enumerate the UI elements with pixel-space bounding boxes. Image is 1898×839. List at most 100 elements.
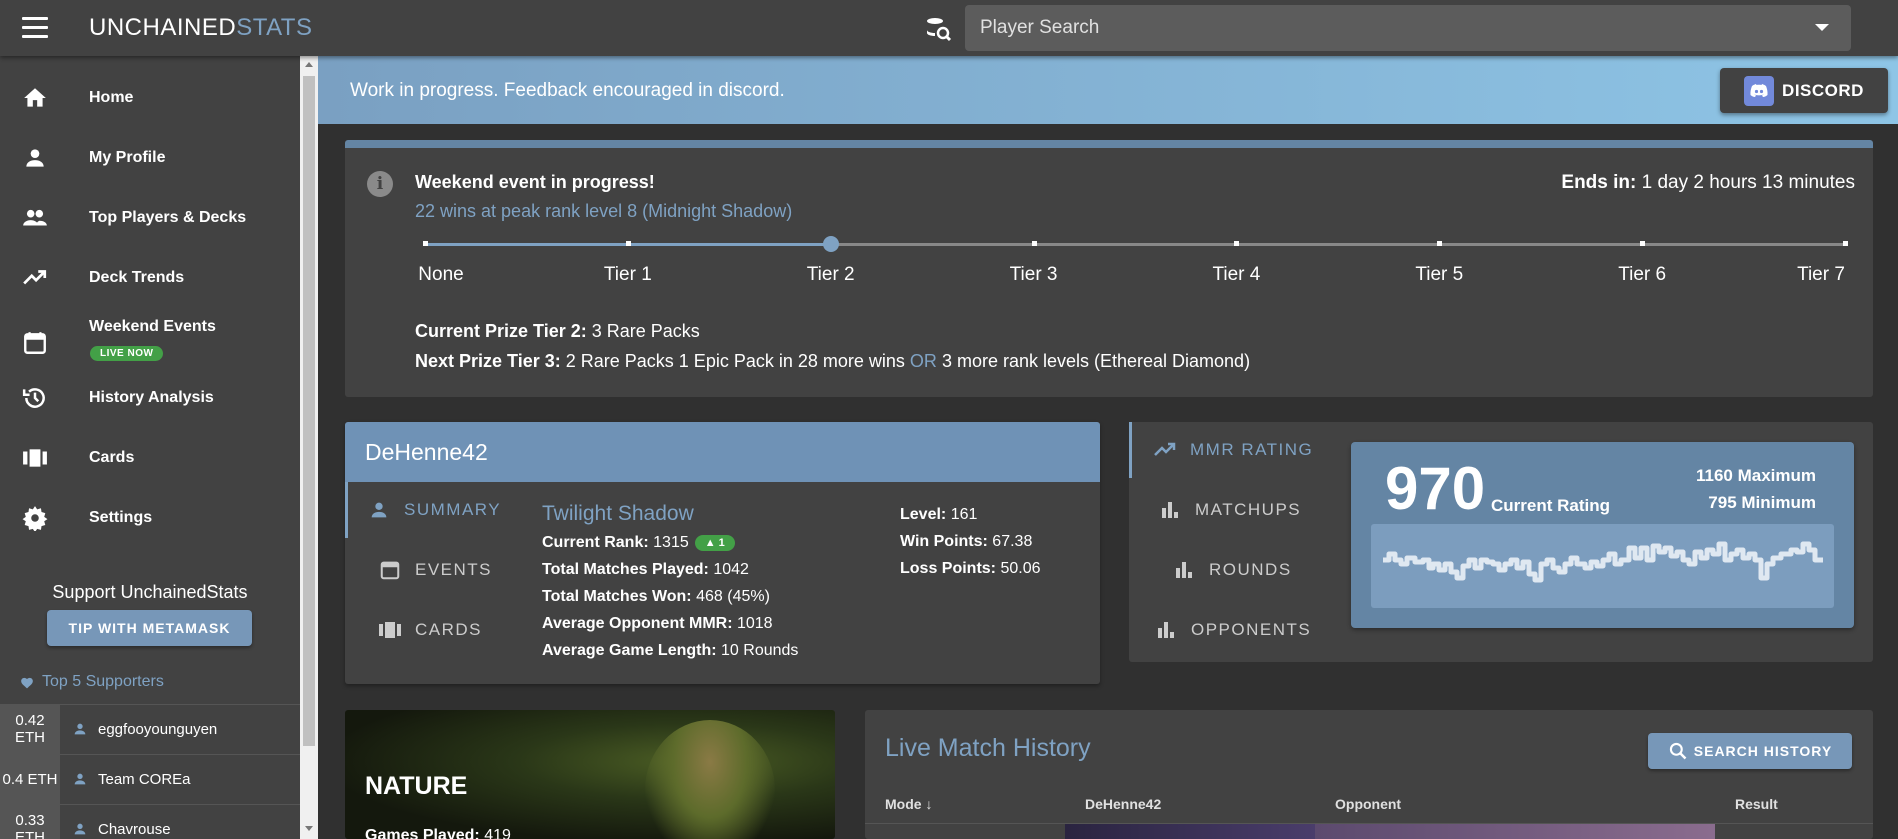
banner-text: Work in progress. Feedback encouraged in… <box>350 80 785 101</box>
info-icon: i <box>367 171 393 197</box>
games-value: 419 <box>484 827 511 839</box>
cards-icon <box>20 443 50 473</box>
column-header-mode[interactable]: Mode ↓ <box>885 796 932 812</box>
chevron-down-icon[interactable] <box>1815 24 1829 31</box>
discord-button[interactable]: DISCORD <box>1720 68 1888 113</box>
scroll-down-arrow-icon[interactable] <box>305 826 313 831</box>
sidebar-item-label: My Profile <box>89 149 166 166</box>
supporter-row: 0.33 ETH Chavrouse <box>0 804 300 839</box>
player-summary-card: DeHenne42 SUMMARY EVENTS CARDS Twilight … <box>345 422 1100 684</box>
bar-chart-icon <box>1171 557 1197 583</box>
current-prize: Current Prize Tier 2: 3 Rare Packs <box>415 321 700 342</box>
tier-tick <box>1640 241 1646 246</box>
support-title: Support UnchainedStats <box>52 582 248 602</box>
history-title: Live Match History <box>885 734 1091 762</box>
tab-matchups[interactable]: MATCHUPS <box>1129 482 1349 538</box>
tab-label: SUMMARY <box>404 500 502 519</box>
supporter-row: 0.4 ETH Team COREa <box>0 754 300 804</box>
trending-up-icon <box>1152 437 1178 463</box>
rating-sparkline-svg <box>1383 541 1823 583</box>
tab-opponents[interactable]: OPPONENTS <box>1129 602 1349 658</box>
stat-value: 1315 <box>653 534 689 551</box>
column-header-opponent: Opponent <box>1335 796 1402 812</box>
tab-mmr-rating[interactable]: MMR RATING <box>1129 422 1349 478</box>
tier-tick <box>1437 241 1443 246</box>
ends-value: 1 day 2 hours 13 minutes <box>1641 172 1855 193</box>
rating-sparkline <box>1371 524 1834 608</box>
supporter-amount: 0.4 ETH <box>0 754 60 804</box>
stat-current-rank: Current Rank: 1315 ▲ 1 <box>542 534 735 552</box>
rating-minimum: 795 Minimum <box>1708 493 1816 512</box>
sidebar-item-home[interactable]: Home <box>0 68 300 128</box>
person-icon <box>74 773 86 785</box>
arrow-down-icon: ↓ <box>925 796 933 812</box>
stat-total-matches: Total Matches Played: 1042 <box>542 561 749 579</box>
next-prize: Next Prize Tier 3: 2 Rare Packs 1 Epic P… <box>415 351 1250 372</box>
scroll-up-arrow-icon[interactable] <box>305 62 313 67</box>
sidebar-scrollbar[interactable] <box>300 56 318 839</box>
scrollbar-thumb[interactable] <box>303 76 315 746</box>
person-icon <box>366 497 392 523</box>
live-now-badge: LIVE NOW <box>90 346 164 361</box>
heart-icon <box>21 677 33 688</box>
tab-summary[interactable]: SUMMARY <box>345 482 525 538</box>
tab-cards[interactable]: CARDS <box>345 602 525 658</box>
rank-name[interactable]: Twilight Shadow <box>542 502 694 526</box>
trending-up-icon <box>20 263 50 293</box>
stat-value: 1018 <box>736 615 773 632</box>
sidebar-item-deck-trends[interactable]: Deck Trends <box>0 248 300 308</box>
current-rating-label: Current Rating <box>1491 496 1610 515</box>
stat-total-won: Total Matches Won: 468 (45%) <box>542 588 770 606</box>
home-icon <box>20 83 50 113</box>
stat-label: Loss Points: <box>900 560 997 577</box>
tier-tick <box>1843 241 1848 246</box>
gear-icon <box>20 503 50 533</box>
tier-label: Tier 5 <box>1415 264 1464 285</box>
sidebar-item-history-analysis[interactable]: History Analysis <box>0 368 300 428</box>
supporter-amount: 0.42 ETH <box>0 704 60 754</box>
column-header-player: DeHenne42 <box>1085 796 1162 812</box>
top-supporters-label: Top 5 Supporters <box>42 673 164 690</box>
ends-label: Ends in: <box>1561 172 1637 193</box>
rating-panel: 970 Current Rating 1160 Maximum 795 Mini… <box>1351 442 1854 628</box>
database-search-icon[interactable] <box>924 15 952 43</box>
brand-logo[interactable]: UNCHAINEDSTATS <box>89 14 312 42</box>
sidebar-item-label: Settings <box>89 509 153 526</box>
sidebar-item-my-profile[interactable]: My Profile <box>0 128 300 188</box>
event-subtitle: 22 wins at peak rank level 8 (Midnight S… <box>415 201 793 221</box>
tab-rounds[interactable]: ROUNDS <box>1129 542 1349 598</box>
tier-label: Tier 7 <box>1797 264 1845 285</box>
person-icon <box>20 143 50 173</box>
games-label: Games Played: <box>365 827 480 839</box>
deck-games-played: Games Played: 419 <box>365 827 511 839</box>
supporter-name: Team COREa <box>98 770 191 788</box>
sidebar-item-settings[interactable]: Settings <box>0 488 300 548</box>
deck-card-nature[interactable]: NATURE Games Played: 419 <box>345 710 835 839</box>
stat-value: 1042 <box>713 561 749 578</box>
tab-label: EVENTS <box>415 560 493 579</box>
sidebar-item-top-players[interactable]: Top Players & Decks <box>0 188 300 248</box>
tip-metamask-button[interactable]: TIP WITH METAMASK <box>47 610 252 646</box>
tab-label: MMR RATING <box>1190 440 1314 459</box>
sidebar-item-label: Cards <box>89 449 135 466</box>
menu-icon[interactable] <box>22 17 48 39</box>
stat-value: 10 Rounds <box>721 642 799 659</box>
brand-part-2: STATS <box>236 14 313 41</box>
stat-loss-points: Loss Points: 50.06 <box>900 560 1041 578</box>
player-search-input[interactable]: Player Search <box>965 5 1851 51</box>
tier-label: Tier 3 <box>1009 264 1058 285</box>
stat-label: Total Matches Played: <box>542 561 709 578</box>
bar-chart-icon <box>1153 617 1179 643</box>
deck-art-image <box>645 720 775 839</box>
tier-current-marker <box>822 236 839 252</box>
search-history-button[interactable]: SEARCH HISTORY <box>1648 733 1852 769</box>
search-icon <box>1669 742 1687 760</box>
stat-label: Average Opponent MMR: <box>542 615 733 632</box>
tier-label: Tier 2 <box>806 264 855 285</box>
tier-tick <box>423 241 428 246</box>
deck-title: NATURE <box>365 772 468 800</box>
stat-label: Win Points: <box>900 533 988 550</box>
discord-icon <box>1744 75 1775 106</box>
sidebar-item-cards[interactable]: Cards <box>0 428 300 488</box>
tab-events[interactable]: EVENTS <box>345 542 525 598</box>
